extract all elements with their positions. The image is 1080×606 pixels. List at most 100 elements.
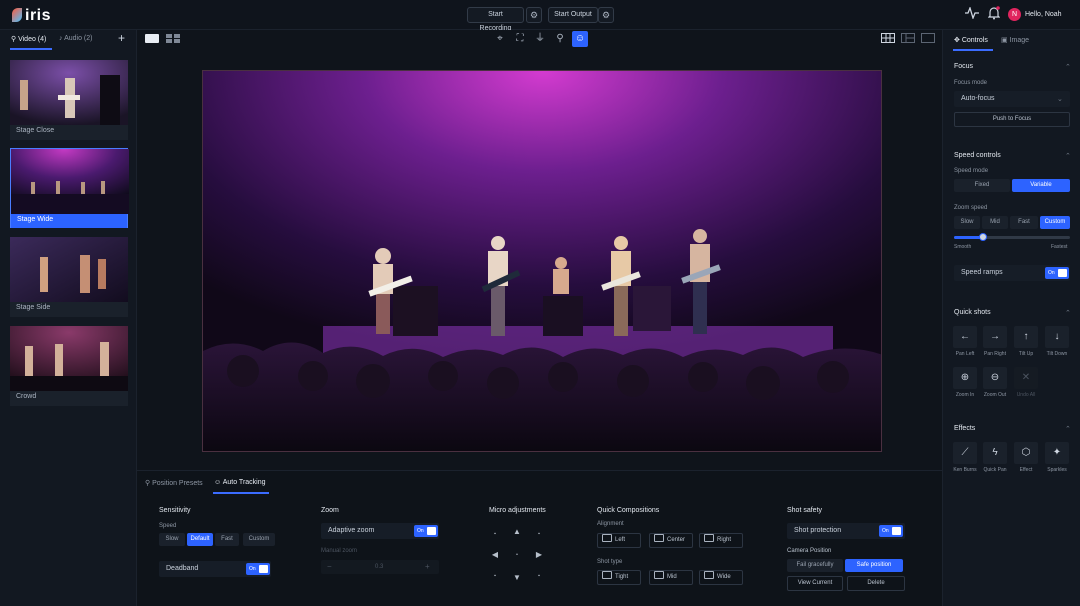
layout-grid-icon[interactable] [881,33,895,43]
tilt-down-button[interactable]: ↓ [1045,326,1069,348]
speed-option-default[interactable]: Default [187,533,213,546]
pan-left-button[interactable]: ← [953,326,977,348]
start-recording-button[interactable]: Start Recording [467,7,524,32]
arrow-right-icon: → [990,331,1000,342]
tripod-icon[interactable]: ⏚ [532,31,548,47]
tab-auto-tracking[interactable]: ☺ Auto Tracking [214,479,266,486]
shot-type-mid-button[interactable]: Mid [649,570,693,585]
zoom-speed-slow[interactable]: Slow [954,216,980,229]
nudge-down-left-icon[interactable]: ▪ [487,569,503,583]
adaptive-zoom-toggle[interactable]: On [414,525,438,537]
push-to-focus-button[interactable]: Push to Focus [954,112,1070,127]
sources-panel: ⚲ Video (4) ♪ Audio (2) + Stage Close St… [0,30,137,606]
fail-gracefully-option[interactable]: Fail gracefully [787,559,843,572]
source-item-stage-close[interactable]: Stage Close [10,60,128,140]
single-view-icon[interactable] [145,34,159,43]
tracking-icon: ☺ [214,479,223,486]
view-current-button[interactable]: View Current [787,576,843,591]
tab-position-presets[interactable]: ⚲ Position Presets [145,479,203,487]
recording-settings-gear-icon[interactable]: ⚙ [526,7,542,23]
notification-bell-icon[interactable] [987,6,1001,23]
speed-mode-label: Speed mode [954,168,989,174]
layout-single-icon[interactable] [921,33,935,43]
arrow-up-icon: ↑ [1023,331,1029,342]
source-item-stage-wide[interactable]: Stage Wide [10,148,129,228]
zoom-speed-fast[interactable]: Fast [1010,216,1038,229]
chevron-down-icon: ⌄ [1057,96,1063,103]
zoom-in-button[interactable]: ⊕ [953,367,977,389]
frame-crop-icon[interactable]: ⛶ [512,31,528,47]
zoom-speed-custom[interactable]: Custom [1040,216,1070,229]
grid-view-icon[interactable] [166,34,180,43]
tab-audio[interactable]: ♪ Audio (2) [59,35,92,42]
shot-type-wide-button[interactable]: Wide [699,570,743,585]
collapse-icon[interactable]: ⌃ [1065,425,1071,433]
add-source-button[interactable]: + [118,31,125,45]
layout-split-icon[interactable] [901,33,915,43]
speed-option-fast[interactable]: Fast [215,533,239,546]
zoom-speed-slider[interactable] [954,233,1070,241]
output-settings-gear-icon[interactable]: ⚙ [598,7,614,23]
speed-mode-variable[interactable]: Variable [1012,179,1070,192]
tab-video[interactable]: ⚲ Video (4) [11,35,46,43]
zoom-out-button[interactable]: ⊖ [983,367,1007,389]
tab-image[interactable]: ▣ Image [1001,36,1029,44]
safe-position-option[interactable]: Safe position [845,559,903,572]
quick-shots-title: Quick shots [954,309,991,316]
quick-pan-button[interactable]: ϟ [983,442,1007,464]
collapse-icon[interactable]: ⌃ [1065,309,1071,317]
tilt-up-button[interactable]: ↑ [1014,326,1038,348]
slider-min-label: Smooth [954,244,972,250]
focus-title: Focus [954,63,974,70]
source-item-crowd[interactable]: Crowd [10,326,128,406]
tilt-up-label: Tilt Up [1018,351,1034,357]
nudge-down-icon[interactable]: ▼ [509,571,525,585]
nudge-right-icon[interactable]: ▶ [531,548,547,562]
speed-mode-fixed[interactable]: Fixed [954,179,1010,192]
sparkles-button[interactable]: ✦ [1045,442,1069,464]
nudge-left-icon[interactable]: ◀ [487,548,503,562]
video-preview[interactable] [202,70,882,452]
delete-button[interactable]: Delete [847,576,905,591]
speed-ramps-toggle[interactable]: On [1045,267,1069,279]
sparkles-label: Sparkles [1047,467,1067,473]
zoom-speed-mid[interactable]: Mid [982,216,1008,229]
align-right-button[interactable]: Right [699,533,743,548]
focus-mode-select[interactable]: Auto-focus [954,91,1070,107]
zoom-icon[interactable]: ⚲ [552,31,568,47]
nudge-center-icon[interactable]: • [509,548,525,562]
activity-icon[interactable] [965,6,979,22]
source-item-stage-side[interactable]: Stage Side [10,237,128,317]
tracking-panel: ⚲ Position Presets ☺ Auto Tracking Sensi… [137,470,942,606]
undo-all-button[interactable]: ✕ [1014,367,1038,389]
speed-option-custom[interactable]: Custom [243,533,275,546]
nudge-up-icon[interactable]: ▲ [509,525,525,539]
ken-burns-button[interactable]: ⟋ [953,442,977,464]
person-frame-icon [602,571,612,579]
collapse-icon[interactable]: ⌃ [1065,152,1071,160]
slider-knob[interactable] [979,233,987,241]
shot-type-tight-button[interactable]: Tight [597,570,641,585]
focus-target-icon[interactable]: ⌖ [492,31,508,47]
tab-controls[interactable]: ✥ Controls [954,36,988,44]
effect-button[interactable]: ⬡ [1014,442,1038,464]
auto-tracking-icon[interactable]: ☺ [572,31,588,47]
align-left-button[interactable]: Left [597,533,641,548]
deadband-toggle[interactable]: On [246,563,270,575]
nudge-up-left-icon[interactable]: ▪ [487,527,503,541]
nudge-down-right-icon[interactable]: ▪ [531,569,547,583]
shot-protection-toggle[interactable]: On [879,525,903,537]
speed-option-slow[interactable]: Slow [159,533,185,546]
collapse-icon[interactable]: ⌃ [1065,63,1071,71]
nudge-up-right-icon[interactable]: ▪ [531,527,547,541]
pan-right-button[interactable]: → [983,326,1007,348]
manual-zoom-minus-button[interactable]: − [327,562,332,571]
align-center-button[interactable]: Center [649,533,693,548]
user-greeting[interactable]: Hello, Noah [1025,11,1062,18]
zoom-in-icon: ⊕ [960,372,970,383]
preview-area: ⌖ ⛶ ⏚ ⚲ ☺ [137,30,942,470]
avatar[interactable]: N [1008,8,1021,21]
manual-zoom-plus-button[interactable]: + [425,562,430,571]
effect-label: Effect [1019,467,1033,473]
start-output-button[interactable]: Start Output [548,7,598,23]
